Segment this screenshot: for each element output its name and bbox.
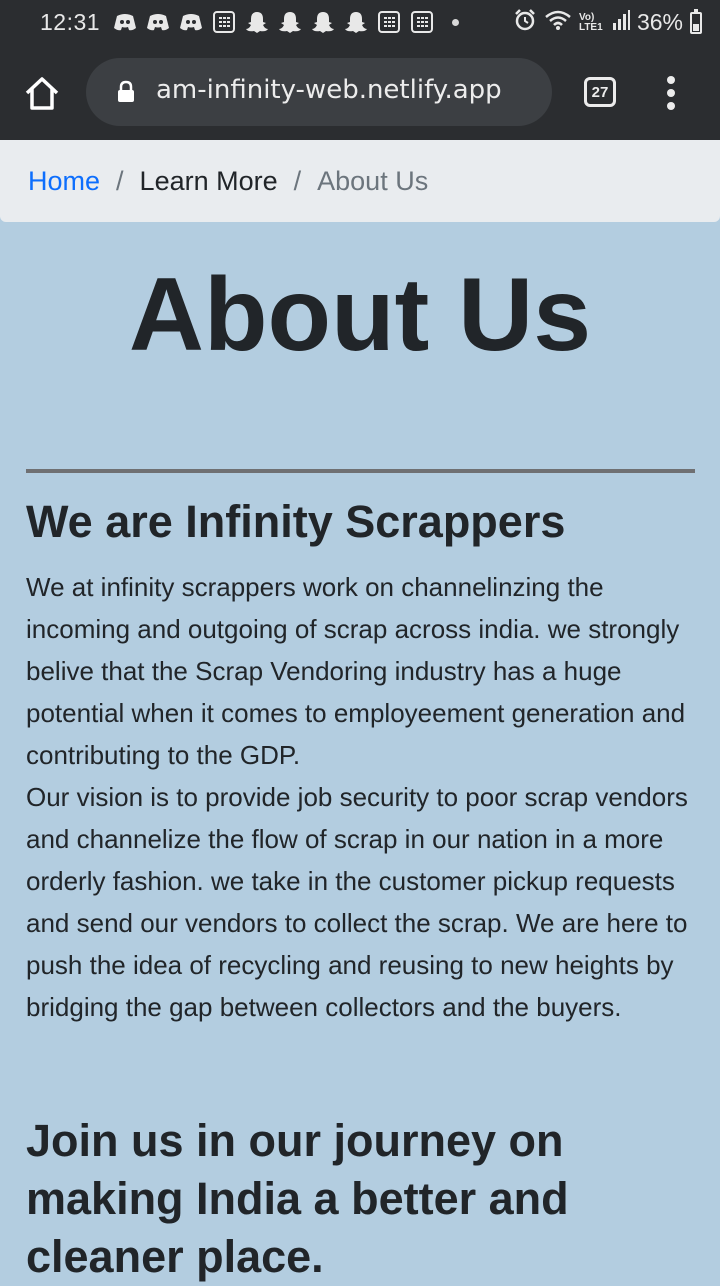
about-paragraph-1: We at infinity scrappers work on channel… [26, 572, 686, 770]
lock-icon [118, 80, 134, 102]
home-button[interactable] [22, 74, 62, 114]
address-bar[interactable]: am-infinity-web.netlify.app [86, 58, 552, 126]
about-text: We at infinity scrappers work on channel… [26, 566, 694, 1028]
grid-app-icon [211, 11, 236, 33]
breadcrumb-home-link[interactable]: Home [28, 166, 100, 197]
discord-icon [145, 11, 170, 33]
section-heading: We are Infinity Scrappers [26, 496, 566, 547]
dot-icon [452, 18, 459, 26]
wifi-icon [544, 9, 572, 36]
breadcrumb: Home / Learn More / About Us [0, 140, 720, 222]
battery-level [693, 24, 699, 31]
grid-app-icon [409, 11, 434, 33]
divider [26, 469, 695, 473]
battery-percent: 36% [636, 9, 683, 35]
breadcrumb-learn-more[interactable]: Learn More [140, 166, 278, 197]
browser-toolbar: am-infinity-web.netlify.app 27 [0, 46, 720, 140]
breadcrumb-separator: / [116, 165, 124, 196]
status-time: 12:31 [40, 9, 101, 35]
alarm-icon [513, 8, 537, 37]
tabs-button[interactable]: 27 [584, 77, 616, 107]
url-text: am-infinity-web.netlify.app [156, 75, 502, 105]
tab-count: 27 [591, 83, 609, 101]
join-heading: Join us in our journey on making India a… [26, 1115, 569, 1282]
battery-icon [690, 8, 702, 34]
system-icons: Vo) LTE1 36% [513, 8, 702, 37]
snapchat-icon [244, 11, 269, 33]
discord-icon [112, 11, 137, 33]
volte-icon: Vo) LTE1 [578, 11, 603, 33]
breadcrumb-separator: / [293, 165, 302, 196]
snapchat-icon [310, 11, 335, 33]
grid-app-icon [376, 11, 401, 33]
home-icon [25, 77, 59, 110]
about-paragraph-2: Our vision is to provide job security to… [26, 782, 688, 1022]
notification-icons [112, 11, 459, 33]
page-title: About Us [128, 257, 592, 373]
signal-icon [612, 9, 630, 36]
snapchat-icon [277, 11, 302, 33]
breadcrumb-current: About Us [317, 165, 429, 196]
discord-icon [178, 11, 203, 33]
more-vert-icon[interactable] [660, 76, 682, 110]
status-bar: 12:31 Vo) LTE1 36% [0, 0, 720, 46]
snapchat-icon [343, 11, 368, 33]
